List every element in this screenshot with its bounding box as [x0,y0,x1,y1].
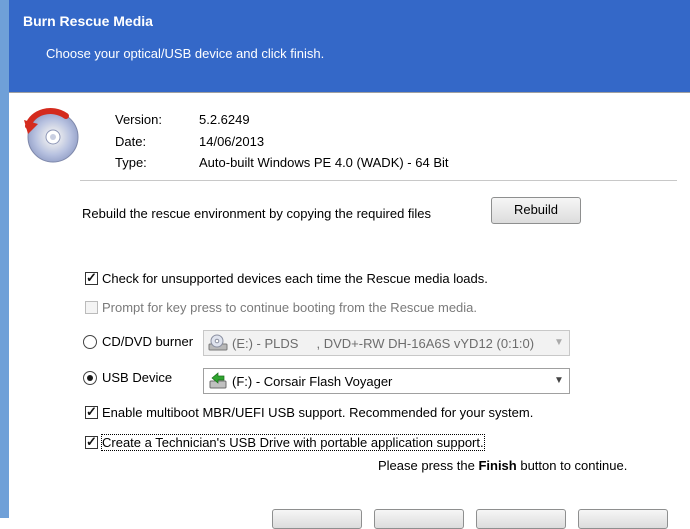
technician-usb-checkbox[interactable] [85,434,98,450]
cd-drive-icon [208,334,228,351]
cd-dvd-select: (E:) - PLDS , DVD+-RW DH-16A6S vYD12 (0:… [203,330,570,356]
multiboot-label[interactable]: Enable multiboot MBR/UEFI USB support. R… [102,405,533,420]
date-label: Date: [115,134,147,149]
bottom-button-1[interactable] [272,509,362,529]
date-value: 14/06/2013 [199,134,265,149]
usb-device-label[interactable]: USB Device [102,370,172,385]
prompt-keypress-checkbox [85,301,98,314]
usb-device-radio[interactable] [83,371,97,385]
usb-device-select-value: (F:) - Corsair Flash Voyager [232,374,393,389]
technician-usb-label[interactable]: Create a Technician's USB Drive with por… [101,434,485,451]
type-value: Auto-built Windows PE 4.0 (WADK) - 64 Bi… [199,155,449,170]
chevron-down-icon[interactable]: ▼ [549,369,569,393]
version-label: Version: [115,112,162,127]
check-unsupported-checkbox[interactable] [85,270,98,286]
finish-instruction-keyword: Finish [478,458,517,473]
chevron-down-icon: ▼ [554,337,564,348]
bottom-button-3[interactable] [476,509,566,529]
cd-dvd-select-value: (E:) - PLDS , DVD+-RW DH-16A6S vYD12 (0:… [232,336,535,351]
usb-drive-icon [209,372,227,389]
cd-dvd-radio[interactable] [83,335,97,349]
version-value: 5.2.6249 [199,112,250,127]
window-frame-left [0,0,9,518]
rebuild-description: Rebuild the rescue environment by copyin… [82,206,432,221]
dialog-subtitle: Choose your optical/USB device and click… [46,46,325,61]
dialog-header: Burn Rescue Media Choose your optical/US… [9,0,690,92]
cd-dvd-label[interactable]: CD/DVD burner [102,334,193,349]
finish-instruction-prefix: Please press the [378,458,479,473]
prompt-keypress-label: Prompt for key press to continue booting… [102,300,478,315]
multiboot-checkbox[interactable] [85,404,98,420]
rebuild-button[interactable]: Rebuild [491,197,581,224]
finish-instruction: Please press the Finish button to contin… [378,458,627,473]
bottom-button-4[interactable] [578,509,668,529]
rescue-disc-icon [24,108,79,163]
type-label: Type: [115,155,147,170]
check-unsupported-label[interactable]: Check for unsupported devices each time … [102,271,488,286]
bottom-button-2[interactable] [374,509,464,529]
finish-instruction-suffix: button to continue. [516,458,628,473]
dialog-title: Burn Rescue Media [23,13,153,29]
usb-device-select[interactable]: (F:) - Corsair Flash Voyager ▼ [203,368,570,394]
info-divider [80,180,677,181]
